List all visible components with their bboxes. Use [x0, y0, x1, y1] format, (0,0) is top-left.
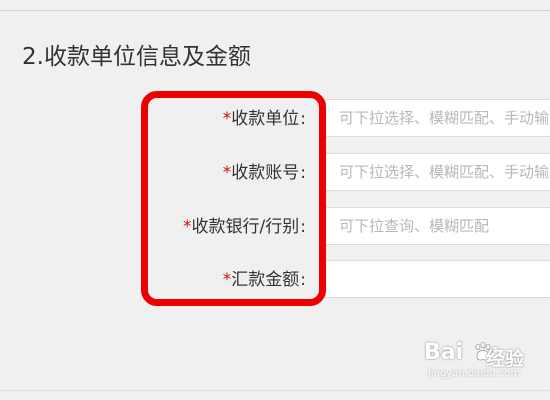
form-row-remit-amount: *汇款金额:	[0, 260, 550, 300]
payee-unit-input[interactable]	[326, 100, 550, 136]
top-divider	[0, 10, 550, 11]
watermark-logo-tail: u	[483, 340, 499, 365]
form-row-payee-account: *收款账号:	[0, 153, 550, 193]
label-colon: :	[300, 109, 306, 129]
watermark-text: 经验	[486, 348, 525, 370]
remit-amount-label: *汇款金额:	[223, 260, 306, 300]
required-mark: *	[222, 270, 232, 290]
required-mark: *	[222, 109, 232, 129]
payee-account-input[interactable]	[326, 154, 550, 190]
remit-amount-field[interactable]	[325, 260, 550, 298]
section-title: 2.收款单位信息及金额	[22, 44, 251, 70]
payee-unit-label: *收款单位:	[223, 99, 306, 139]
label-colon: :	[300, 270, 306, 290]
required-mark: *	[222, 163, 232, 183]
payee-account-field[interactable]	[325, 153, 550, 191]
watermark-url: jingyan.baidu.com	[428, 368, 521, 379]
payee-account-label-text: 收款账号	[231, 163, 300, 183]
remit-amount-input[interactable]	[326, 261, 550, 297]
label-colon: :	[300, 163, 306, 183]
payee-account-label: *收款账号:	[223, 153, 306, 193]
watermark-logo-text: Bai	[424, 340, 464, 365]
payee-bank-input[interactable]	[326, 208, 550, 244]
payee-unit-label-text: 收款单位	[231, 109, 300, 129]
payee-bank-label-text: 收款银行/行别	[191, 217, 300, 237]
bottom-divider	[0, 390, 550, 391]
form-row-payee-bank: *收款银行/行别:	[0, 207, 550, 247]
payee-bank-field[interactable]	[325, 207, 550, 245]
watermark-logo: Bai u	[424, 340, 499, 365]
remit-amount-label-text: 汇款金额	[231, 270, 300, 290]
payee-bank-label: *收款银行/行别:	[183, 207, 306, 247]
label-colon: :	[300, 217, 306, 237]
baidu-jingyan-watermark: Bai u 经验 jingyan.baidu.com	[424, 340, 524, 382]
form-row-payee-unit: *收款单位:	[0, 99, 550, 139]
payee-unit-field[interactable]	[325, 99, 550, 137]
required-mark: *	[183, 217, 192, 237]
paw-icon	[474, 342, 492, 362]
